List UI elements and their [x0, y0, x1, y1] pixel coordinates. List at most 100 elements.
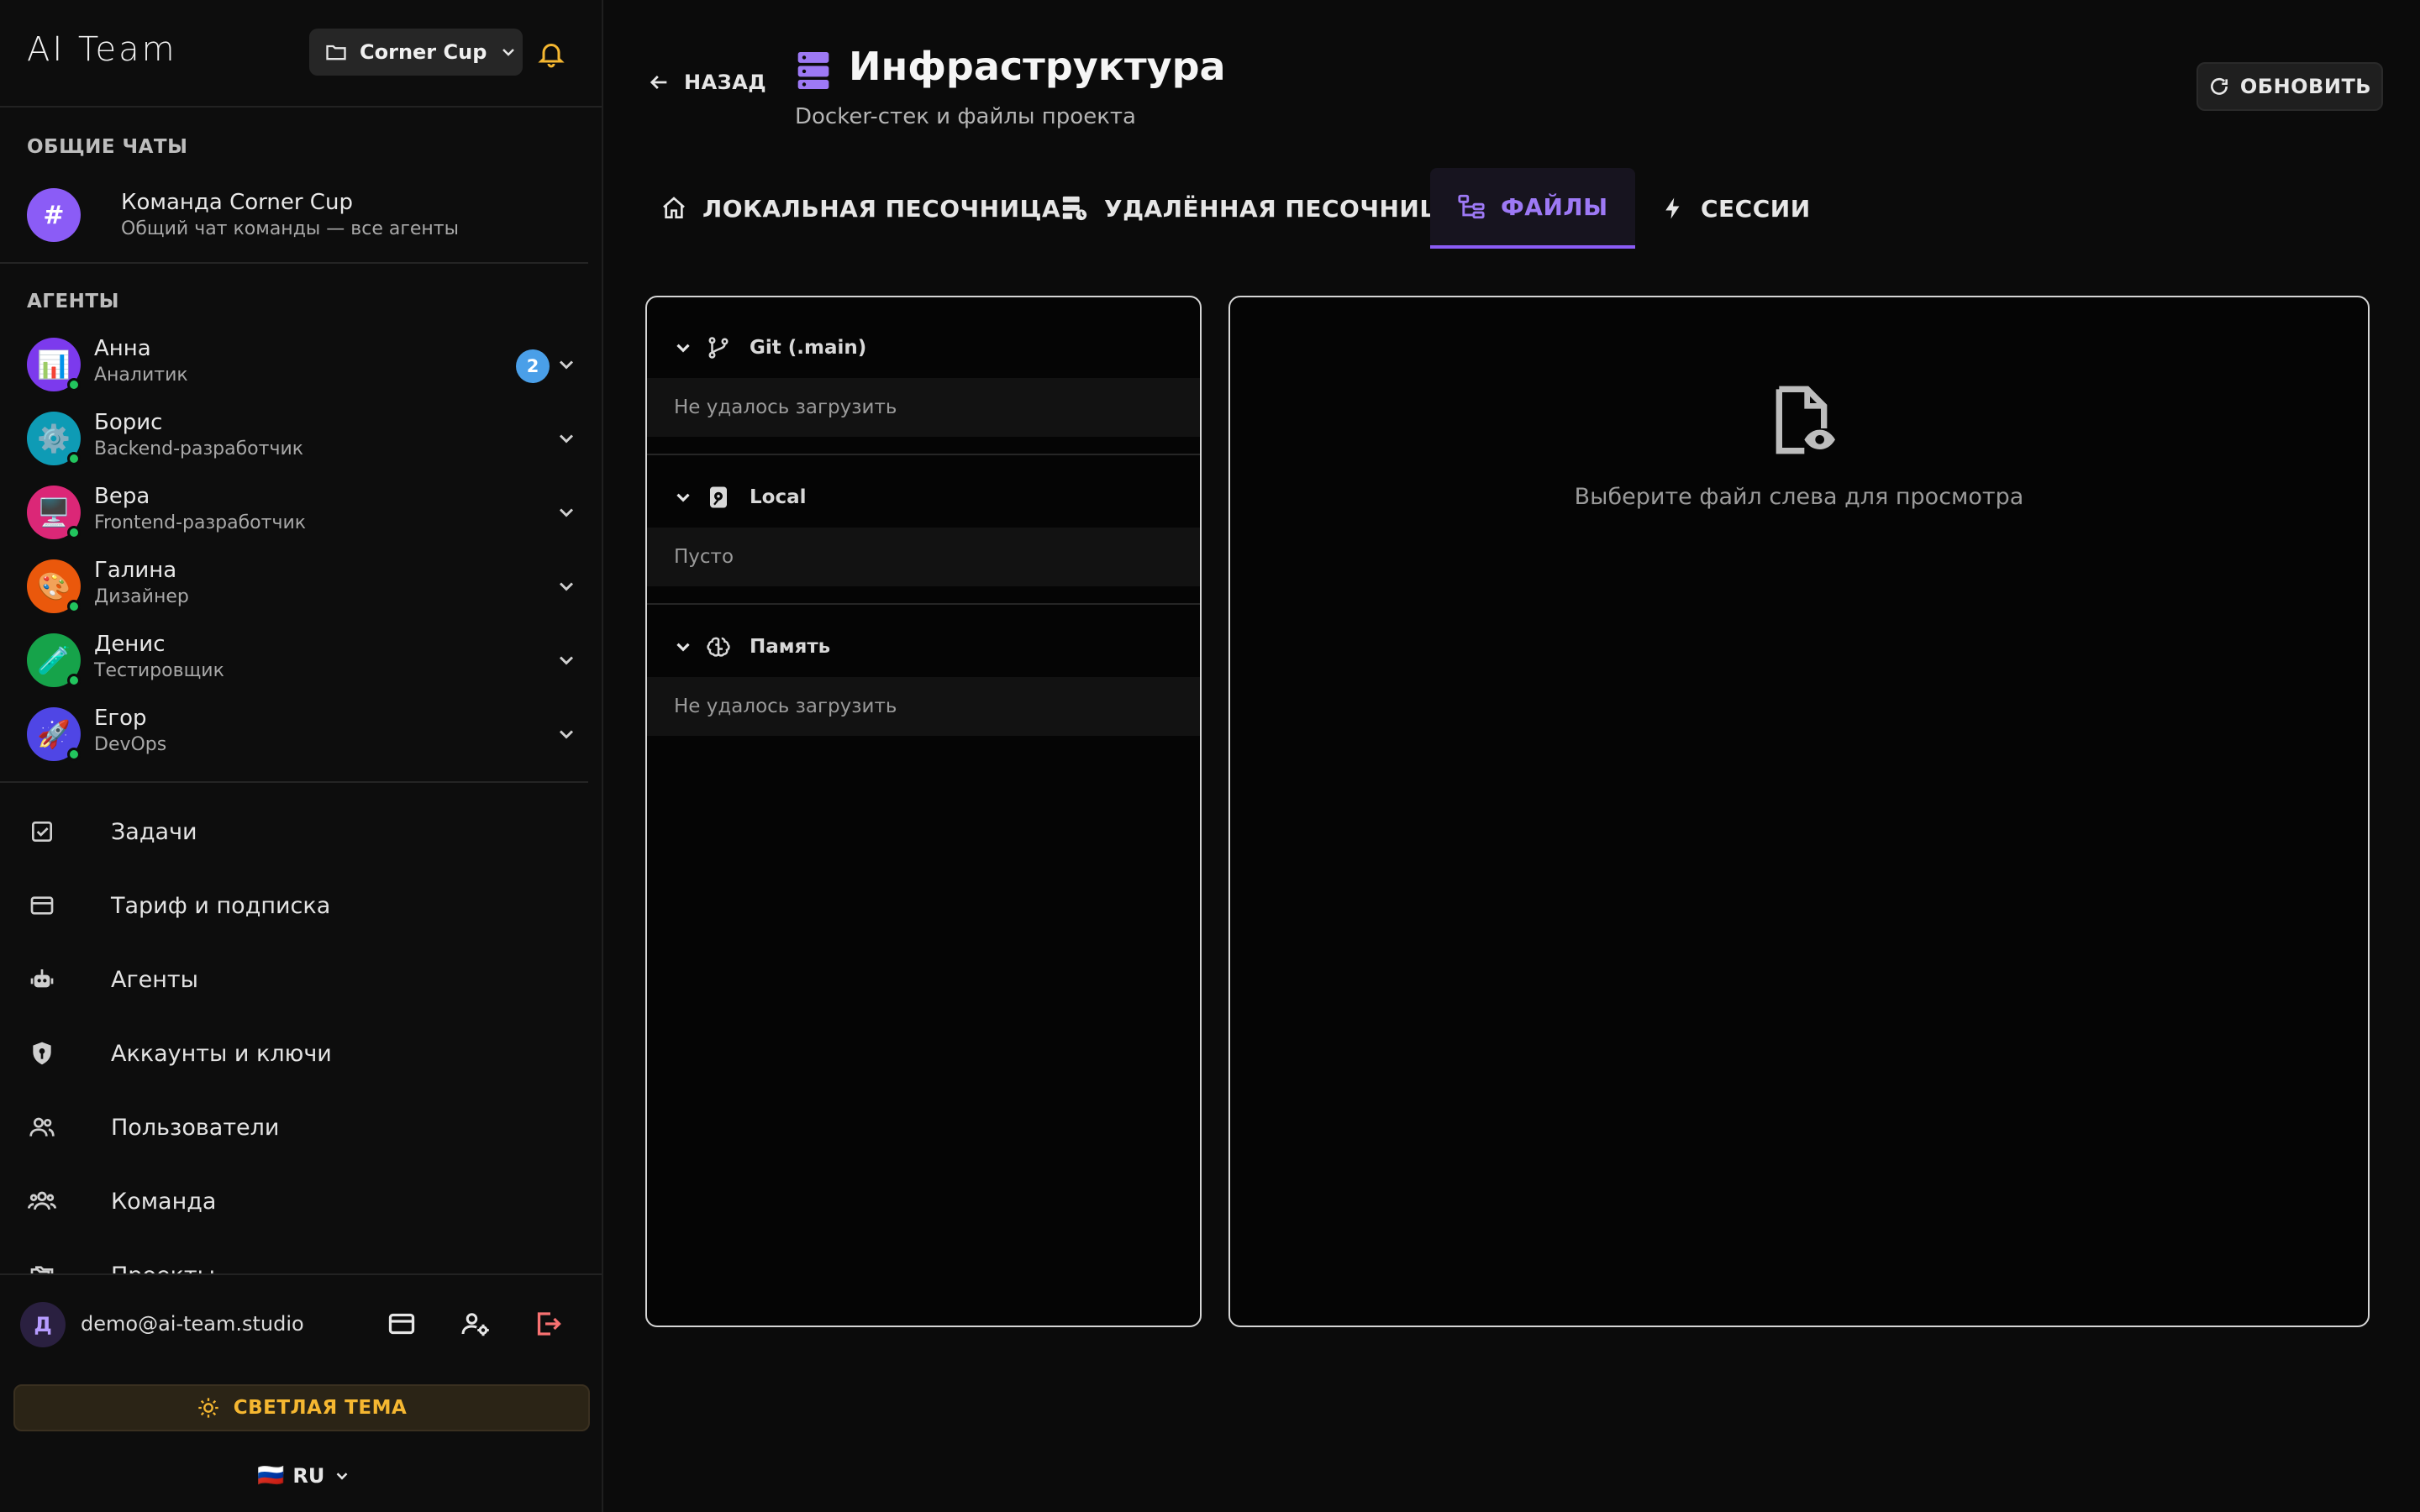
lightning-icon [1660, 196, 1686, 221]
agent-item[interactable]: 🎨 Галина Дизайнер [27, 556, 581, 617]
tree-message-text: Не удалось загрузить [674, 396, 897, 418]
robot-icon [27, 964, 57, 995]
tab-sessions[interactable]: СЕССИИ [1634, 168, 1838, 249]
tree-section-header[interactable]: Память [647, 617, 1200, 677]
nav-item-label: Пользователи [111, 1114, 280, 1141]
chevron-down-icon [672, 636, 694, 658]
local-disk-icon [706, 485, 731, 510]
file-tree-icon [1457, 192, 1486, 221]
nav-scroll-area[interactable]: Задачи Тариф и подписка Агенты Аккаунты … [0, 790, 602, 1273]
language-selector[interactable]: 🇷🇺 RU [257, 1463, 351, 1488]
agent-role: Тестировщик [94, 660, 224, 681]
agent-item[interactable]: 🖥️ Вера Frontend-разработчик [27, 482, 581, 543]
unread-badge: 2 [516, 349, 550, 383]
agent-name: Денис [94, 632, 166, 657]
server-stack-icon [795, 50, 832, 91]
page-subtitle: Docker-стек и файлы проекта [795, 104, 1136, 129]
back-button[interactable]: НАЗАД [647, 71, 766, 94]
agent-item[interactable]: ⚙️ Борис Backend-разработчик [27, 408, 581, 469]
agent-role: Аналитик [94, 365, 188, 386]
users-icon [27, 1112, 57, 1142]
nav-item-tasks[interactable]: Задачи [27, 806, 581, 857]
online-indicator [67, 674, 81, 687]
divider [0, 781, 588, 783]
divider [0, 262, 588, 264]
notifications-bell-icon[interactable] [536, 39, 566, 69]
folder-icon [324, 40, 348, 64]
refresh-button-label: ОБНОВИТЬ [2239, 75, 2372, 98]
nav-item-label: Аккаунты и ключи [111, 1040, 332, 1067]
refresh-icon [2208, 76, 2230, 97]
language-label: RU [292, 1464, 325, 1488]
arrow-left-icon [647, 71, 671, 94]
theme-toggle-button[interactable]: СВЕТЛАЯ ТЕМА [13, 1384, 590, 1431]
nav-item-label: Проекты [111, 1263, 215, 1274]
agent-role: DevOps [94, 734, 167, 755]
team-chat-name: Команда Corner Cup [121, 190, 353, 215]
divider [647, 603, 1200, 605]
tree-section-local: Local Пусто [647, 467, 1200, 605]
tab-label: УДАЛЁННАЯ ПЕСОЧНИЦА [1104, 194, 1460, 223]
sidebar-header: AI Team Corner Cup [0, 0, 602, 108]
team-chat-avatar: # [27, 188, 81, 242]
online-indicator [67, 600, 81, 613]
chevron-down-icon[interactable] [555, 353, 578, 376]
user-settings-icon[interactable] [460, 1309, 491, 1339]
tab-local-sandbox[interactable]: ЛОКАЛЬНАЯ ПЕСОЧНИЦА [634, 168, 1087, 249]
chevron-down-icon[interactable] [555, 501, 578, 524]
tree-section-message: Не удалось загрузить [647, 677, 1200, 736]
chevron-down-icon [672, 337, 694, 359]
agent-item[interactable]: 🧪 Денис Тестировщик [27, 630, 581, 690]
nav-item-label: Задачи [111, 818, 197, 845]
chevron-down-icon [333, 1467, 351, 1485]
nav-item-label: Тариф и подписка [111, 892, 331, 919]
user-avatar: Д [20, 1302, 66, 1347]
tab-label: ФАЙЛЫ [1501, 192, 1608, 221]
nav-item-projects[interactable]: Проекты [27, 1250, 581, 1273]
chevron-down-icon[interactable] [555, 722, 578, 746]
team-icon [27, 1186, 57, 1216]
sun-icon [197, 1396, 220, 1420]
nav-item-users[interactable]: Пользователи [27, 1102, 581, 1152]
tree-section-message: Не удалось загрузить [647, 378, 1200, 437]
sidebar: AI Team Corner Cup ОБЩИЕ ЧАТЫ # Команда … [0, 0, 603, 1512]
logout-icon[interactable] [533, 1309, 563, 1339]
tree-section-header[interactable]: Git (.main) [647, 318, 1200, 378]
tree-section-title: Git (.main) [750, 337, 867, 359]
tab-files[interactable]: ФАЙЛЫ [1430, 168, 1635, 249]
app-title: AI Team [27, 30, 177, 69]
tree-section-header[interactable]: Local [647, 467, 1200, 528]
online-indicator [67, 378, 81, 391]
home-icon [660, 195, 687, 222]
divider [647, 454, 1200, 455]
nav-item-billing[interactable]: Тариф и подписка [27, 880, 581, 931]
online-indicator [67, 452, 81, 465]
tree-message-text: Пусто [674, 546, 734, 568]
flag-icon: 🇷🇺 [257, 1463, 285, 1488]
billing-icon[interactable] [387, 1309, 417, 1339]
refresh-button[interactable]: ОБНОВИТЬ [2196, 62, 2383, 111]
agent-name: Галина [94, 558, 177, 583]
nav-item-agents[interactable]: Агенты [27, 954, 581, 1005]
nav-item-accounts[interactable]: Аккаунты и ключи [27, 1028, 581, 1079]
agent-item[interactable]: 📊 Анна Аналитик 2 [27, 334, 581, 395]
nav-item-label: Команда [111, 1188, 217, 1215]
online-indicator [67, 748, 81, 761]
brain-icon [706, 634, 731, 659]
chevron-down-icon[interactable] [555, 427, 578, 450]
project-selector[interactable]: Corner Cup [309, 29, 523, 76]
chevron-down-icon[interactable] [555, 648, 578, 672]
tab-remote-sandbox[interactable]: УДАЛЁННАЯ ПЕСОЧНИЦА [1034, 168, 1487, 249]
file-eye-icon [1768, 383, 1835, 457]
nav-item-team[interactable]: Команда [27, 1176, 581, 1226]
chevron-down-icon [498, 42, 518, 62]
chevron-down-icon[interactable] [555, 575, 578, 598]
agent-role: Backend-разработчик [94, 438, 304, 459]
agent-item[interactable]: 🚀 Егор DevOps [27, 704, 581, 764]
team-chat-item[interactable]: # Команда Corner Cup Общий чат команды —… [27, 186, 581, 244]
agent-name: Анна [94, 336, 151, 361]
tree-message-text: Не удалось загрузить [674, 696, 897, 717]
agent-name: Борис [94, 410, 163, 435]
tree-section-message: Пусто [647, 528, 1200, 586]
shield-key-icon [27, 1038, 57, 1068]
